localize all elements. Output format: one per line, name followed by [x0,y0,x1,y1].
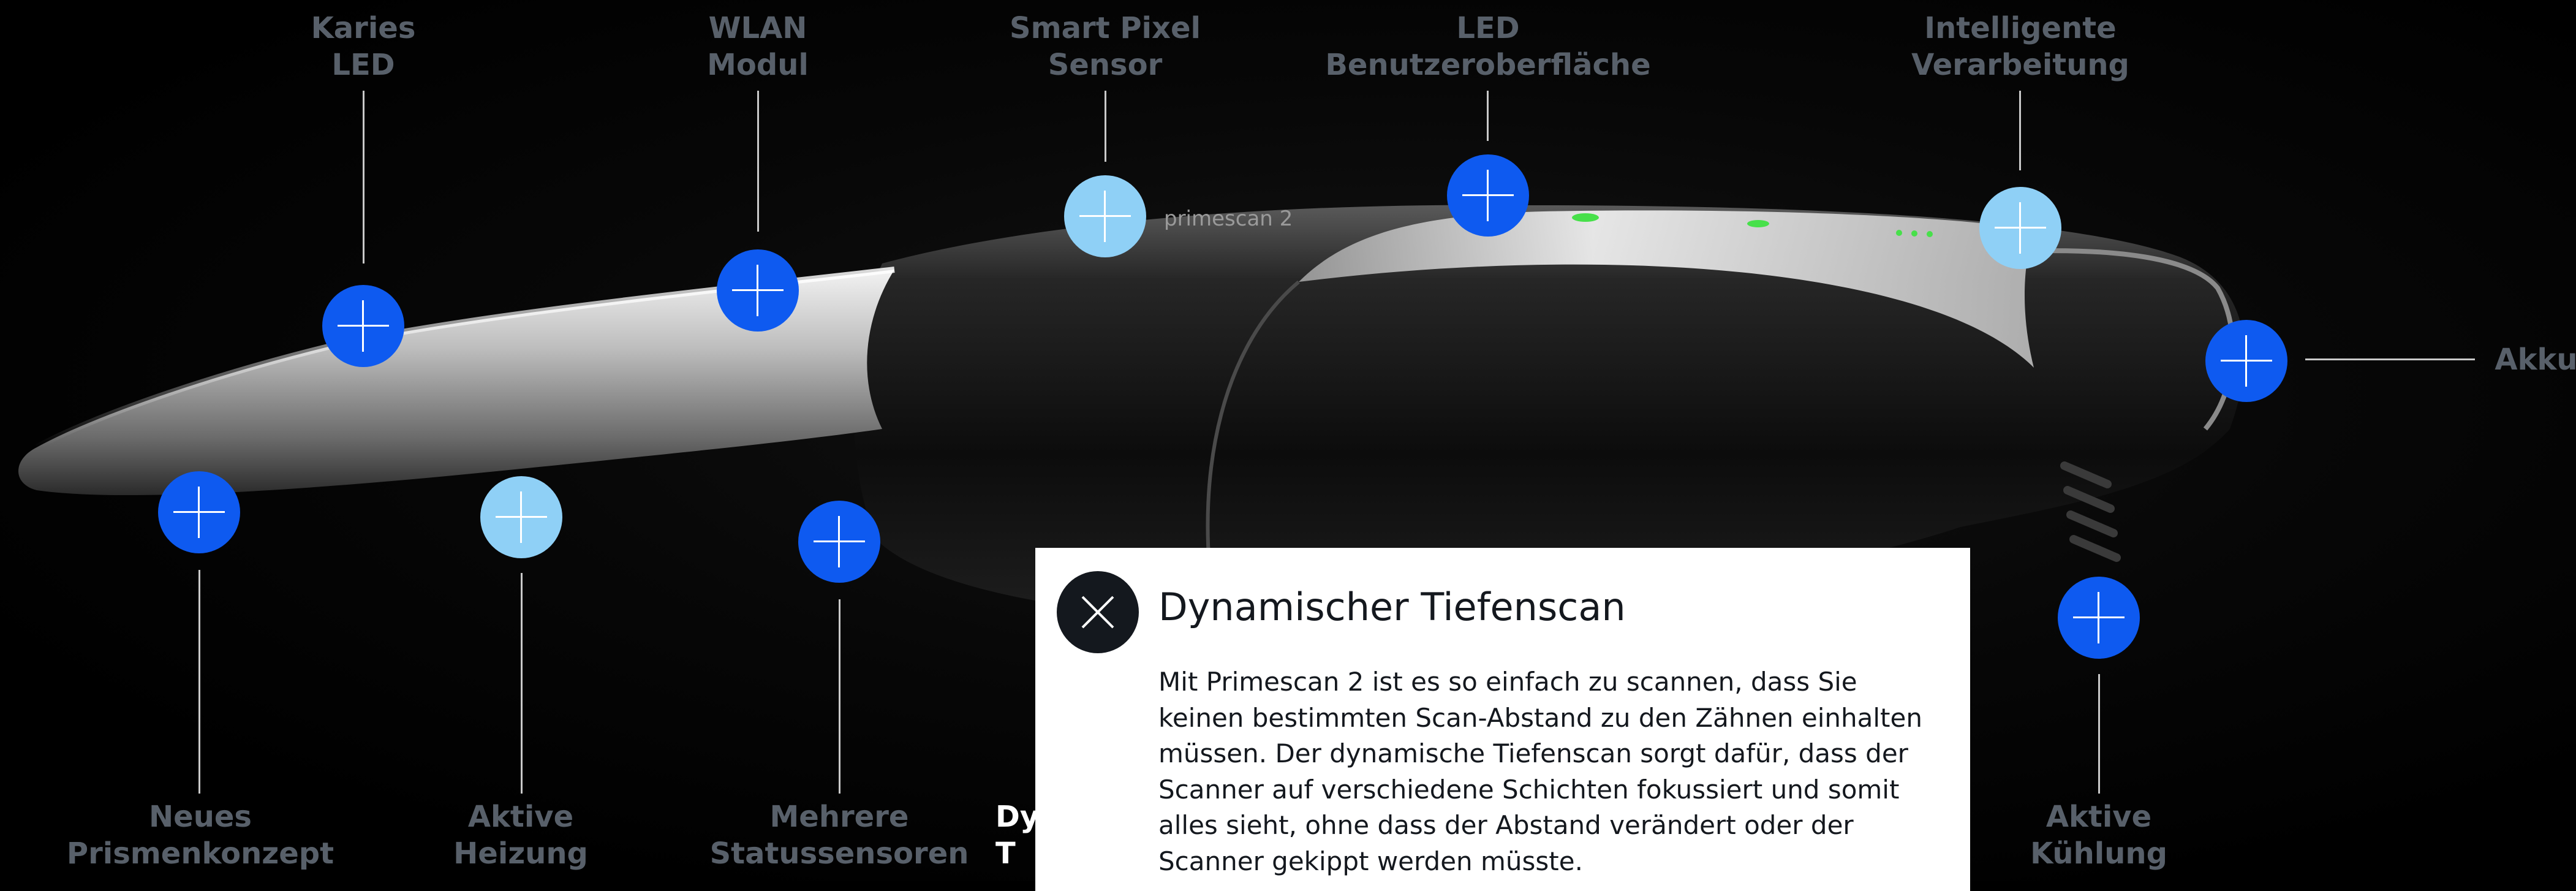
connector-line [363,91,364,264]
connector-line [1105,91,1106,162]
feature-label-smart-pixel-sensor: Smart Pixel Sensor [1010,11,1201,82]
feature-label-dynamischer-tiefenscan: Dy T [995,800,1040,871]
hotspot-wlan-modul[interactable] [717,249,799,332]
feature-label-akku: Akku [2495,343,2576,377]
popup-description-line: Mit Primescan 2 ist es so einfach zu sca… [1158,667,1857,697]
popup-description-line: müssen. Der dynamische Tiefenscan sorgt … [1158,738,1908,768]
device-engraving: primescan 2 [1164,207,1293,231]
hotspot-led-benutzeroberflaeche[interactable] [1447,154,1529,237]
connector-line [757,91,759,232]
feature-label-aktive-kuehlung: Aktive Kühlung [2030,800,2167,871]
close-icon [1081,596,1114,629]
feature-info-popup: Dynamischer Tiefenscan Mit Primescan 2 i… [1035,548,1970,891]
popup-title: Dynamischer Tiefenscan [1158,585,1626,629]
feature-label-led-benutzeroberflaeche: LED Benutzeroberfläche [1325,11,1651,82]
feature-label-intelligente-verarbeitung: Intelligente Verarbeitung [1911,11,2129,82]
popup-description-line: alles sieht, ohne dass der Abstand verän… [1158,810,1854,840]
popup-description-line: Scanner auf verschiedene Schichten fokus… [1158,774,1900,805]
hotspot-mehrere-statussensoren[interactable] [798,501,880,583]
popup-description-line: Scanner gekippt werden müsste. [1158,846,1583,876]
connector-line [2305,358,2475,360]
hotspot-akku[interactable] [2205,320,2287,402]
feature-label-mehrere-statussensoren: Mehrere Statussensoren [709,800,969,871]
hotspot-karies-led[interactable] [322,285,404,367]
hotspot-smart-pixel-sensor[interactable] [1064,175,1146,257]
feature-label-aktive-heizung: Aktive Heizung [453,800,588,871]
hotspot-aktive-kuehlung[interactable] [2058,577,2140,659]
feature-label-wlan-modul: WLAN Modul [707,11,809,82]
close-button[interactable] [1057,571,1139,653]
feature-label-karies-led: Karies LED [311,11,416,82]
hotspot-aktive-heizung[interactable] [480,476,562,558]
hotspot-intelligente-verarbeitung[interactable] [1979,187,2061,269]
hotspot-neues-prismenkonzept[interactable] [158,471,240,553]
feature-label-neues-prismenkonzept: Neues Prismenkonzept [66,800,334,871]
connector-line [521,573,523,794]
popup-description: Mit Primescan 2 ist es so einfach zu sca… [1158,664,1936,879]
popup-description-line: keinen bestimmten Scan-Abstand zu den Zä… [1158,702,1922,733]
connector-line [839,599,840,794]
product-stage: primescan 2 Karies LED WLAN Modul Smart … [0,0,2576,891]
connector-line [198,570,200,794]
connector-line [1487,91,1489,141]
connector-line [2098,674,2100,794]
connector-line [2019,91,2021,170]
